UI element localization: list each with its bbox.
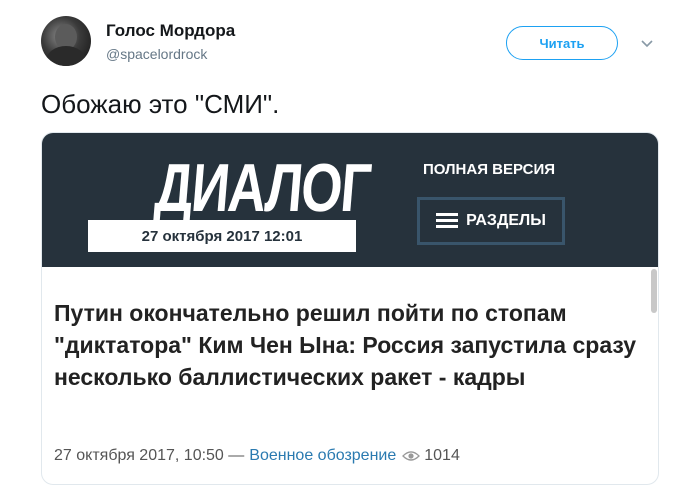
view-count: 1014: [424, 447, 460, 464]
sections-label: РАЗДЕЛЫ: [466, 212, 546, 229]
menu-icon: [436, 213, 459, 229]
sections-button: РАЗДЕЛЫ: [417, 197, 565, 245]
scrollbar: [651, 269, 657, 313]
chevron-down-icon[interactable]: [639, 35, 655, 51]
article-source: Военное обозрение: [249, 447, 397, 464]
article-title: Путин окончательно решил пойти по стопам…: [54, 300, 637, 390]
eye-icon: [402, 450, 421, 462]
follow-button[interactable]: Читать: [506, 26, 618, 60]
site-logo: ДИАЛОГ: [152, 150, 373, 226]
full-version-link: ПОЛНАЯ ВЕРСИЯ: [422, 161, 556, 178]
attached-image[interactable]: ДИАЛОГ 27 октября 2017 12:01 ПОЛНАЯ ВЕРС…: [41, 132, 659, 485]
article-date: 27 октября 2017, 10:50 —: [54, 447, 245, 464]
author-name[interactable]: Голос Мордора: [106, 21, 235, 41]
logo-date: 27 октября 2017 12:01: [88, 220, 356, 252]
tweet-text: Обожаю это "СМИ".: [41, 89, 280, 119]
avatar[interactable]: [41, 16, 91, 66]
site-header: ДИАЛОГ 27 октября 2017 12:01 ПОЛНАЯ ВЕРС…: [42, 133, 658, 267]
author-handle[interactable]: @spacelordrock: [106, 46, 207, 62]
article-meta: 27 октября 2017, 10:50 — Военное обозрен…: [54, 447, 460, 465]
